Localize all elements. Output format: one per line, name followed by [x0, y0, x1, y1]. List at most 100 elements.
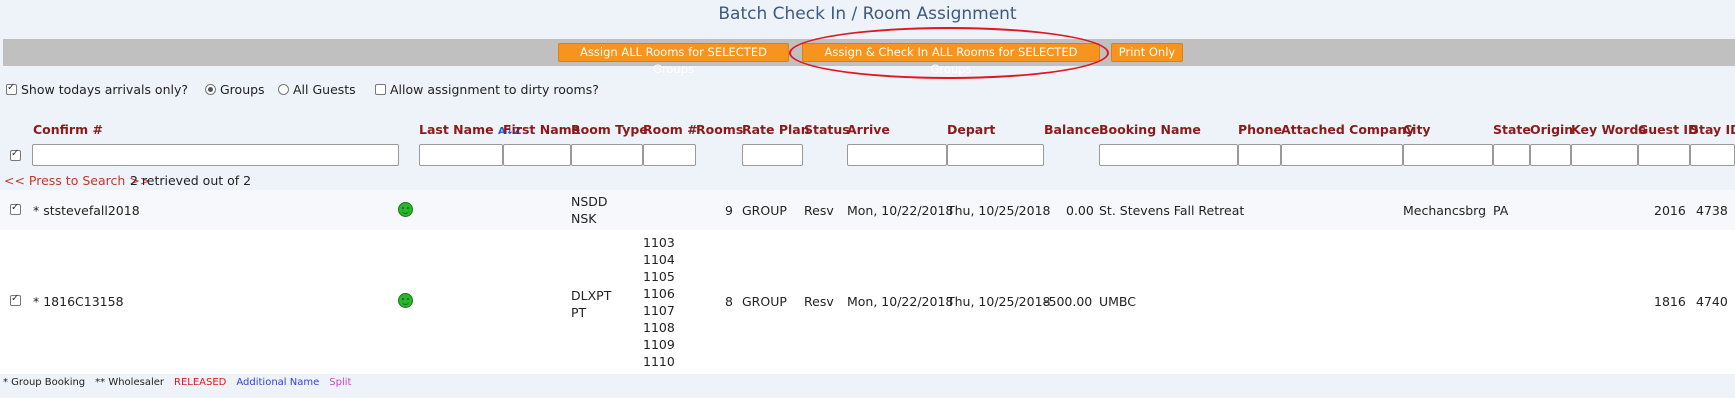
depart-cell: Thu, 10/25/2018 — [947, 203, 1051, 218]
confirm-filter-input[interactable] — [32, 144, 399, 166]
rooms-cell: 9 — [725, 203, 733, 218]
table-row[interactable]: * ststevefall2018 NSDD NSK 9 GROUP Resv … — [0, 190, 1735, 230]
stay-id-cell: 4740 — [1696, 294, 1728, 309]
col-balance[interactable]: Balance — [1044, 122, 1099, 137]
room-type-line: NSK — [571, 211, 597, 226]
assign-all-rooms-button[interactable]: Assign ALL Rooms for SELECTED Groups — [558, 43, 789, 76]
groups-label: Groups — [220, 82, 265, 97]
room-type-line: DLXPT — [571, 288, 612, 303]
col-status[interactable]: Status — [804, 122, 850, 137]
state-cell: PA — [1493, 203, 1509, 218]
col-room-type[interactable]: Room Type — [571, 122, 648, 137]
state-filter-input[interactable] — [1493, 144, 1530, 166]
city-filter-input[interactable] — [1403, 144, 1493, 166]
stay-id-cell: 4738 — [1696, 203, 1728, 218]
dirty-rooms-checkbox[interactable] — [375, 84, 386, 95]
guest-id-cell: 1816 — [1654, 294, 1686, 309]
legend-additional-name: Additional Name — [236, 377, 320, 388]
origin-filter-input[interactable] — [1530, 144, 1571, 166]
rate-plan-cell: GROUP — [742, 203, 787, 218]
rooms-cell: 8 — [725, 294, 733, 309]
col-phone[interactable]: Phone — [1238, 122, 1282, 137]
col-last-name-label: Last Name — [419, 122, 494, 137]
first-name-filter-input[interactable] — [503, 144, 571, 166]
col-depart[interactable]: Depart — [947, 122, 995, 137]
legend-released: RELEASED — [174, 377, 227, 388]
col-origin[interactable]: Origin — [1530, 122, 1573, 137]
todays-arrivals-checkbox[interactable] — [6, 82, 17, 95]
confirm-cell: * ststevefall2018 — [33, 203, 140, 218]
balance-cell: -500.00 — [1044, 294, 1093, 309]
attached-company-filter-input[interactable] — [1281, 144, 1403, 166]
smiley-status-icon[interactable] — [398, 293, 413, 308]
rate-plan-cell: GROUP — [742, 294, 787, 309]
col-key-words[interactable]: Key Words — [1571, 122, 1646, 137]
row-select-checkbox[interactable] — [10, 293, 21, 306]
booking-name-filter-input[interactable] — [1099, 144, 1238, 166]
col-attached-company[interactable]: Attached Company — [1281, 122, 1414, 137]
room-number-line: 1108 — [643, 320, 675, 335]
col-room-number[interactable]: Room # — [643, 122, 698, 137]
legend-group-booking: * Group Booking — [3, 377, 86, 388]
col-arrive[interactable]: Arrive — [847, 122, 890, 137]
booking-name-cell: UMBC — [1099, 294, 1137, 309]
rate-plan-filter-input[interactable] — [742, 144, 803, 166]
print-only-button[interactable]: Print Only — [1111, 43, 1183, 62]
dirty-rooms-label: Allow assignment to dirty rooms? — [390, 82, 599, 97]
depart-cell: Thu, 10/25/2018 — [947, 294, 1051, 309]
room-number-filter-input[interactable] — [643, 144, 696, 166]
select-all-checkbox[interactable] — [10, 148, 21, 161]
col-booking-name[interactable]: Booking Name — [1099, 122, 1201, 137]
press-to-search-link[interactable]: << Press to Search >> — [4, 173, 150, 188]
highlight-annotation — [789, 27, 1109, 79]
last-name-filter-input[interactable] — [419, 144, 503, 166]
room-type-cell: DLXPT PT — [571, 287, 611, 321]
groups-radio[interactable] — [205, 84, 216, 95]
room-number-cell: 1103 1104 1105 1106 1107 1108 1109 1110 — [643, 234, 675, 370]
legend-split: Split — [329, 377, 352, 388]
key-words-filter-input[interactable] — [1571, 144, 1638, 166]
arrive-cell: Mon, 10/22/2018 — [847, 294, 954, 309]
table-row[interactable]: * 1816C13158 DLXPT PT 1103 1104 1105 110… — [0, 230, 1735, 374]
room-type-cell: NSDD NSK — [571, 193, 608, 227]
room-type-line: PT — [571, 305, 587, 320]
page-title: Batch Check In / Room Assignment — [718, 4, 1017, 24]
guest-id-filter-input[interactable] — [1638, 144, 1690, 166]
status-cell: Resv — [804, 203, 834, 218]
row-select-checkbox[interactable] — [10, 202, 21, 215]
room-number-line: 1107 — [643, 303, 675, 318]
room-number-line: 1106 — [643, 286, 675, 301]
col-confirm[interactable]: Confirm # — [33, 122, 103, 137]
stay-id-filter-input[interactable] — [1690, 144, 1735, 166]
room-number-line: 1105 — [643, 269, 675, 284]
todays-arrivals-option[interactable]: Show todays arrivals only? — [6, 82, 188, 97]
todays-arrivals-label: Show todays arrivals only? — [21, 82, 189, 97]
dirty-rooms-option[interactable]: Allow assignment to dirty rooms? — [375, 82, 599, 97]
city-cell: Mechancsbrg — [1403, 203, 1487, 218]
col-city[interactable]: City — [1403, 122, 1431, 137]
all-guests-option[interactable]: All Guests — [278, 82, 356, 97]
depart-filter-input[interactable] — [947, 144, 1044, 166]
confirm-cell: * 1816C13158 — [33, 294, 124, 309]
balance-cell: 0.00 — [1066, 203, 1094, 218]
legend: * Group Booking ** Wholesaler RELEASED A… — [3, 377, 351, 388]
col-stay-id[interactable]: Stay ID — [1690, 122, 1735, 137]
col-state[interactable]: State — [1493, 122, 1531, 137]
legend-wholesaler: ** Wholesaler — [95, 377, 164, 388]
all-guests-radio[interactable] — [278, 84, 289, 95]
arrive-filter-input[interactable] — [847, 144, 947, 166]
status-cell: Resv — [804, 294, 834, 309]
phone-filter-input[interactable] — [1238, 144, 1281, 166]
col-first-name[interactable]: First Name — [503, 122, 580, 137]
col-rooms[interactable]: Rooms — [696, 122, 743, 137]
room-number-line: 1103 — [643, 235, 675, 250]
room-number-line: 1104 — [643, 252, 675, 267]
guest-id-cell: 2016 — [1654, 203, 1686, 218]
col-rate-plan[interactable]: Rate Plan — [742, 122, 810, 137]
room-type-filter-input[interactable] — [571, 144, 643, 166]
room-number-line: 1110 — [643, 354, 675, 369]
smiley-status-icon[interactable] — [398, 202, 413, 217]
booking-name-cell: St. Stevens Fall Retreat — [1099, 203, 1245, 218]
room-number-line: 1109 — [643, 337, 675, 352]
groups-option[interactable]: Groups — [205, 82, 265, 97]
